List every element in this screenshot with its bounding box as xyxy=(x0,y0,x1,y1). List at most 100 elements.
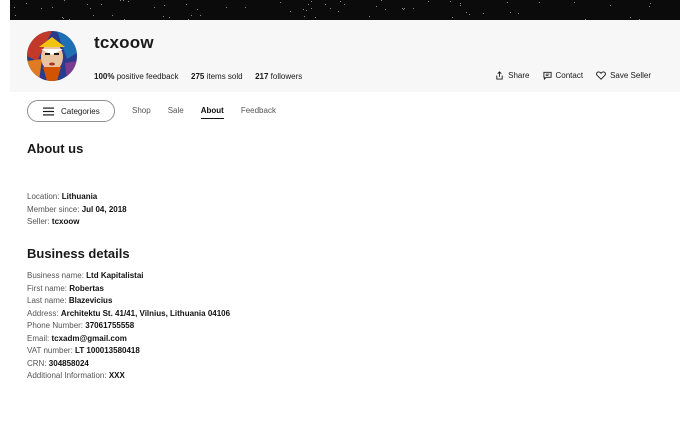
detail-label: Location: xyxy=(27,192,60,201)
share-button[interactable]: Share xyxy=(495,71,530,80)
banner-star xyxy=(518,13,519,14)
banner-star xyxy=(450,1,451,2)
banner-star xyxy=(452,17,453,18)
detail-label: First name: xyxy=(27,283,68,293)
detail-row: VAT number: LT 100013580418 xyxy=(27,345,230,358)
items-sold-label: items sold xyxy=(206,72,243,81)
detail-label: VAT number: xyxy=(27,346,73,355)
store-name: tcxoow xyxy=(94,33,154,52)
banner-star xyxy=(191,15,192,16)
detail-row: Member since: Jul 04, 2018 xyxy=(27,204,127,217)
detail-value: 37061755558 xyxy=(85,321,135,330)
banner-star xyxy=(26,3,27,4)
banner-star xyxy=(308,4,309,5)
avatar-portrait-icon xyxy=(27,31,77,81)
followers-label: followers xyxy=(270,72,303,81)
categories-button[interactable]: Categories xyxy=(27,100,115,122)
business-details: Business name: Ltd Kapitalistai First nam… xyxy=(27,270,230,383)
banner-star xyxy=(330,8,331,9)
banner-star xyxy=(123,0,124,1)
banner-star xyxy=(304,16,305,17)
tab-shop[interactable]: Shop xyxy=(132,103,151,119)
detail-value: XXX xyxy=(108,371,125,380)
banner-star xyxy=(164,5,165,6)
share-icon xyxy=(496,71,503,80)
banner-star xyxy=(381,0,382,1)
followers-value: 217 xyxy=(255,72,269,81)
banner-star xyxy=(112,15,113,16)
detail-value: tcxadm@gmail.com xyxy=(51,333,127,343)
banner-star xyxy=(163,16,164,17)
banner-star xyxy=(93,15,94,16)
banner-star xyxy=(128,1,129,2)
banner-star xyxy=(311,8,312,9)
save-seller-label: Save Seller xyxy=(610,71,651,80)
detail-value: Blazevicius xyxy=(68,296,113,305)
banner-star xyxy=(338,11,339,12)
store-stats: 100% positive feedback 275 items sold 21… xyxy=(94,72,302,81)
share-label: Share xyxy=(508,71,530,80)
banner-star xyxy=(120,0,121,1)
contact-button[interactable]: Contact xyxy=(542,71,583,80)
banner-star xyxy=(574,2,575,3)
banner-star xyxy=(460,3,461,4)
store-header: tcxoow 100% positive feedback 275 items … xyxy=(10,20,680,92)
detail-value: Robertas xyxy=(69,283,104,293)
banner-star xyxy=(14,7,15,8)
store-banner xyxy=(10,0,680,20)
detail-value: tcxoow xyxy=(51,217,80,226)
tab-about[interactable]: About xyxy=(200,103,224,119)
banner-star xyxy=(507,2,508,3)
detail-label: Address: xyxy=(27,308,59,318)
detail-value: Ltd Kapitalistai xyxy=(86,271,144,280)
banner-star xyxy=(650,3,651,4)
store-actions: Share Contact Save Seller xyxy=(482,71,651,80)
detail-row: First name: Robertas xyxy=(27,283,230,296)
detail-value: Architektu St. 41/41, Vilnius, Lithuania… xyxy=(60,308,231,318)
banner-star xyxy=(344,4,345,5)
heart-icon xyxy=(596,71,606,80)
banner-star xyxy=(369,16,370,17)
banner-star xyxy=(428,1,429,2)
detail-row: CRN: 304858024 xyxy=(27,358,230,371)
banner-star xyxy=(87,4,88,5)
about-details: Location: Lithuania Member since: Jul 04,… xyxy=(27,191,127,229)
detail-row: Address: Architektu St. 41/41, Vilnius, … xyxy=(27,308,230,321)
business-title: Business details xyxy=(27,246,130,261)
feedback-value: 100% xyxy=(94,72,115,81)
banner-star xyxy=(610,5,611,6)
banner-star xyxy=(280,2,281,3)
tab-sale[interactable]: Sale xyxy=(168,103,184,119)
detail-label: Member since: xyxy=(27,204,80,214)
banner-star xyxy=(385,9,386,10)
banner-star xyxy=(413,8,414,9)
banner-star xyxy=(90,8,91,9)
items-sold-value: 275 xyxy=(191,72,205,81)
detail-row: Additional Information: XXX xyxy=(27,370,230,383)
banner-star xyxy=(340,1,341,2)
banner-star xyxy=(52,7,53,8)
banner-star xyxy=(290,11,291,12)
banner-star xyxy=(15,15,16,16)
detail-value: LT 100013580418 xyxy=(75,346,140,355)
detail-label: Business name: xyxy=(27,271,84,280)
banner-star xyxy=(226,7,227,8)
banner-star xyxy=(197,9,198,10)
banner-star xyxy=(469,14,470,15)
save-seller-button[interactable]: Save Seller xyxy=(596,71,651,80)
message-icon xyxy=(542,71,552,80)
banner-star xyxy=(466,12,467,13)
tab-feedback[interactable]: Feedback xyxy=(241,103,276,119)
detail-label: Additional Information: xyxy=(27,371,107,380)
banner-star xyxy=(539,2,540,3)
detail-label: CRN: xyxy=(27,358,47,368)
detail-label: Email: xyxy=(27,333,50,343)
banner-star xyxy=(303,9,304,10)
banner-star xyxy=(510,12,511,13)
banner-star xyxy=(376,6,377,7)
avatar[interactable] xyxy=(27,31,77,81)
detail-label: Last name: xyxy=(27,296,67,305)
detail-row: Location: Lithuania xyxy=(27,191,127,204)
banner-star xyxy=(101,4,102,5)
banner-star xyxy=(154,7,155,8)
